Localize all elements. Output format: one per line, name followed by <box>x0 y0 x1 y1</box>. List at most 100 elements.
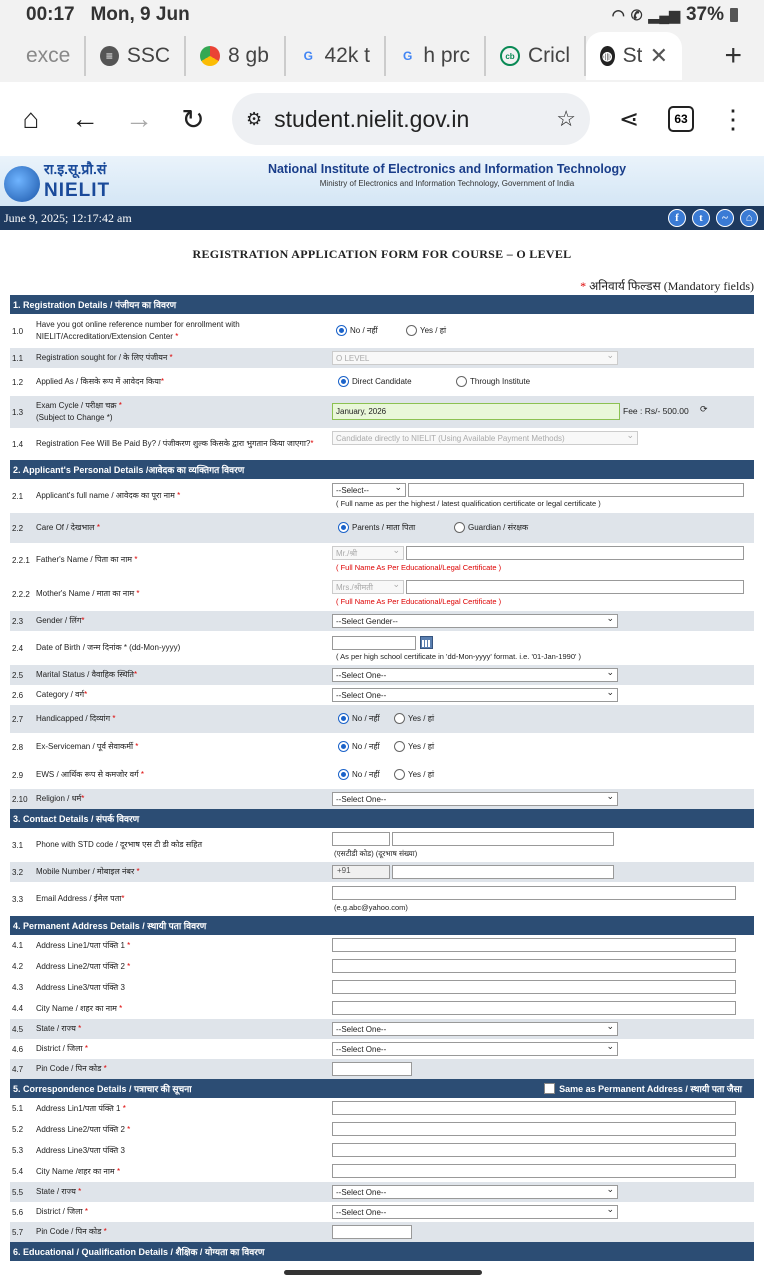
marital-status-select[interactable]: --Select One-- <box>332 667 618 682</box>
back-icon[interactable]: ← <box>70 103 100 134</box>
browser-tab[interactable]: cb Cricl <box>486 36 586 76</box>
form-row: 1.0 Have you got online reference number… <box>12 320 447 341</box>
browser-tab[interactable]: exce <box>0 36 86 76</box>
form-row: 2.2.2 Mother's Name / माता का नाम * Mrs.… <box>10 577 754 611</box>
radio-yes[interactable]: Yes / हां <box>406 325 446 336</box>
radio-parents[interactable]: Parents / माता पिता <box>338 522 415 533</box>
forward-icon[interactable]: → <box>124 103 154 134</box>
browser-tab[interactable]: G h prc <box>386 36 486 76</box>
hint-text: ( Full name as per the highest / latest … <box>336 499 601 508</box>
tab-count-button[interactable]: 63 <box>668 106 694 132</box>
state-select[interactable]: --Select One-- <box>332 1021 618 1036</box>
corr-city-input[interactable] <box>332 1164 736 1178</box>
same-as-permanent-checkbox[interactable]: Same as Permanent Address / स्थायी पता ज… <box>544 1082 742 1095</box>
close-tab-icon[interactable]: ✕ <box>650 43 668 69</box>
institute-title: National Institute of Electronics and In… <box>267 162 627 176</box>
gender-select[interactable]: --Select Gender-- <box>332 613 618 628</box>
radio-direct-candidate[interactable]: Direct Candidate <box>338 376 412 387</box>
form-row: 5.6 District / जिला * --Select One-- <box>10 1202 754 1222</box>
browser-tab[interactable]: ≡ SSC <box>86 36 186 76</box>
corr-pincode-input[interactable] <box>332 1225 412 1239</box>
full-name-input[interactable] <box>408 483 744 497</box>
section-header: 4. Permanent Address Details / स्थायी पत… <box>10 916 754 935</box>
title-select[interactable]: --Select-- <box>332 482 406 497</box>
ministry-subtitle: Ministry of Electronics and Information … <box>319 179 575 188</box>
home-site-icon[interactable]: ⌂ <box>740 209 758 227</box>
ssc-icon: ≡ <box>100 46 119 66</box>
stats-icon[interactable]: ~ <box>716 209 734 227</box>
address-line1-input[interactable] <box>332 938 736 952</box>
address-line2-input[interactable] <box>332 959 736 973</box>
category-select[interactable]: --Select One-- <box>332 687 618 702</box>
tab-label: 42k t <box>324 44 370 67</box>
religion-select[interactable]: --Select One-- <box>332 791 618 806</box>
radio-no[interactable]: No / नहीं <box>338 741 380 752</box>
new-tab-icon[interactable]: + <box>724 39 742 73</box>
pincode-input[interactable] <box>332 1062 412 1076</box>
radio-yes[interactable]: Yes / हां <box>394 769 434 780</box>
dob-input[interactable] <box>332 636 416 650</box>
radio-no[interactable]: No / नहीं <box>338 713 380 724</box>
share-icon[interactable]: ⋖ <box>614 104 644 134</box>
web-page: रा.इ.सू.प्रौ.सं NIELIT National Institut… <box>0 156 764 1280</box>
corr-address-line2-input[interactable] <box>332 1122 736 1136</box>
browser-tab[interactable]: 8 gb <box>186 36 286 76</box>
google-icon: G <box>402 49 413 63</box>
course-select[interactable]: O LEVEL <box>332 350 618 365</box>
logo-hindi: रा.इ.सू.प्रौ.सं <box>44 161 107 177</box>
status-date: Mon, 9 Jun <box>90 4 190 25</box>
browser-tab[interactable]: G 42k t <box>286 36 386 76</box>
wifi-icon: ◠ <box>611 7 625 24</box>
hint-text: ( Full Name As Per Educational/Legal Cer… <box>336 563 502 572</box>
form-row: 3.2 Mobile Number / मोबाइल नंबर * +91 <box>10 862 754 882</box>
address-line3-input[interactable] <box>332 980 736 994</box>
form-row: 4.2 Address Line2/पता पंक्ति 2 * <box>10 956 754 977</box>
reload-icon[interactable]: ↻ <box>178 104 208 135</box>
menu-icon[interactable]: ⋮ <box>718 104 748 134</box>
address-bar[interactable]: ⚙ student.nielit.gov.in ☆ <box>232 93 590 145</box>
city-input[interactable] <box>332 1001 736 1015</box>
corr-district-select[interactable]: --Select One-- <box>332 1204 618 1219</box>
phone-input[interactable] <box>392 832 614 846</box>
current-datetime: June 9, 2025; 12:17:42 am <box>4 210 132 225</box>
radio-yes[interactable]: Yes / हां <box>394 713 434 724</box>
district-select[interactable]: --Select One-- <box>332 1041 618 1056</box>
form-row: 2.3 Gender / लिंग* --Select Gender-- <box>10 611 754 631</box>
calendar-icon[interactable] <box>420 636 433 649</box>
father-title-select[interactable]: Mr./श्री <box>332 545 404 560</box>
tab-label: h prc <box>423 44 470 67</box>
corr-address-line3-input[interactable] <box>332 1143 736 1157</box>
form-row: 4.7 Pin Code / पिन कोड * <box>10 1059 754 1079</box>
radio-yes[interactable]: Yes / हां <box>394 741 434 752</box>
fee-text: Fee : Rs/- 500.00 <box>623 406 689 416</box>
form-row: 5.4 City Name /शहर का नाम * <box>10 1161 754 1182</box>
corr-state-select[interactable]: --Select One-- <box>332 1184 618 1199</box>
father-name-input[interactable] <box>406 546 744 560</box>
home-icon[interactable]: ⌂ <box>16 103 46 134</box>
fee-payer-select[interactable]: Candidate directly to NIELIT (Using Avai… <box>332 430 638 445</box>
mother-title-select[interactable]: Mrs./श्रीमती <box>332 579 404 594</box>
section-header: 3. Contact Details / संपर्क विवरण <box>10 809 754 828</box>
gesture-nav-bar[interactable] <box>284 1270 482 1275</box>
site-settings-icon[interactable]: ⚙ <box>246 109 262 130</box>
exam-cycle-field[interactable]: January, 2026 <box>332 403 620 420</box>
section-header: 1. Registration Details / पंजीयन का विवर… <box>10 295 754 314</box>
corr-address-line1-input[interactable] <box>332 1101 736 1115</box>
facebook-icon[interactable]: f <box>668 209 686 227</box>
form-row: 2.1 Applicant's full name / आवेदक का पूर… <box>10 479 754 513</box>
refresh-icon[interactable]: ⟳ <box>700 404 708 415</box>
form-title: REGISTRATION APPLICATION FORM FOR COURSE… <box>192 247 572 261</box>
radio-guardian[interactable]: Guardian / संरक्षक <box>454 522 528 533</box>
form-row: 5.7 Pin Code / पिन कोड * <box>10 1222 754 1242</box>
form-row: 1.4 Registration Fee Will Be Paid By? / … <box>10 428 754 460</box>
radio-no[interactable]: No / नहीं <box>338 769 380 780</box>
radio-through-institute[interactable]: Through Institute <box>456 376 530 387</box>
bookmark-star-icon[interactable]: ☆ <box>556 106 576 132</box>
twitter-icon[interactable]: t <box>692 209 710 227</box>
email-input[interactable] <box>332 886 736 900</box>
browser-tab-active[interactable]: ◍ Stu ✕ <box>586 32 682 80</box>
radio-no[interactable]: No / नहीं <box>336 325 378 336</box>
mother-name-input[interactable] <box>406 580 744 594</box>
mobile-input[interactable] <box>392 865 614 879</box>
std-code-input[interactable] <box>332 832 390 846</box>
